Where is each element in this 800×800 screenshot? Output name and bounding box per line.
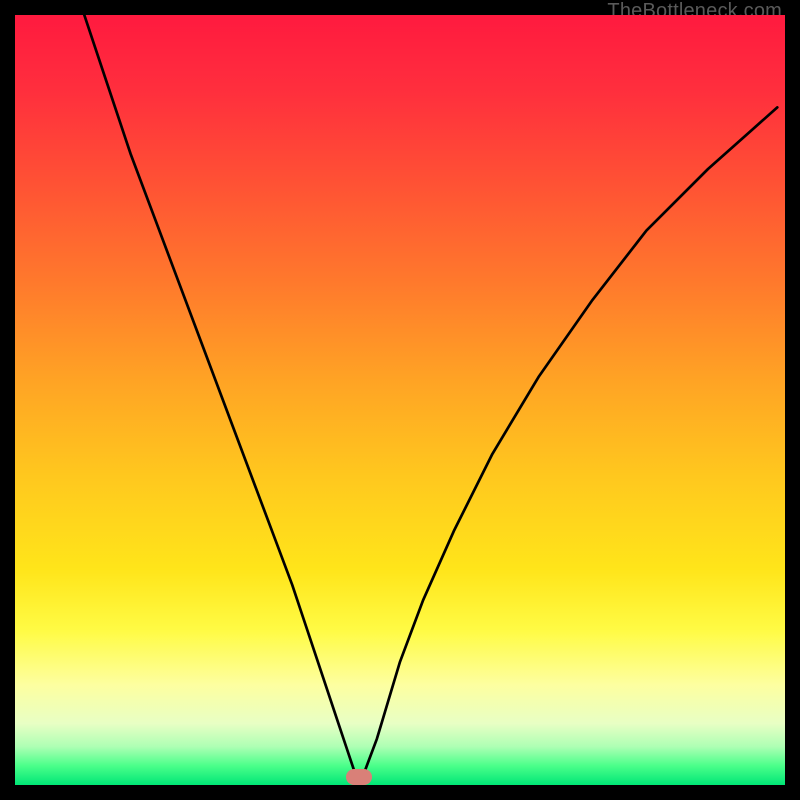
minimum-marker — [346, 769, 372, 785]
chart-plot-area — [15, 15, 785, 785]
bottleneck-curve — [15, 15, 785, 785]
